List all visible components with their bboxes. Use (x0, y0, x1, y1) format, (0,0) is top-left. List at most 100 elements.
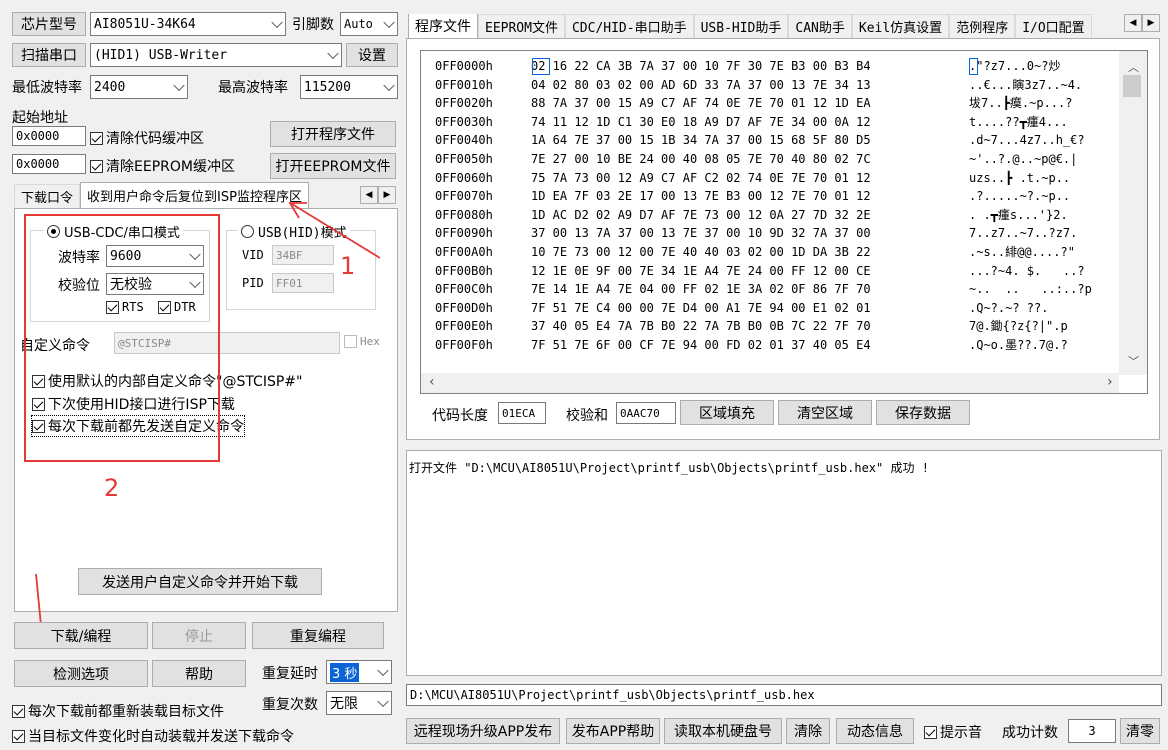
hex-row-bytes[interactable]: 7F 51 7E C4 00 00 7E D4 00 A1 7E 94 00 E… (531, 299, 961, 318)
right-tab-scroll-left-button[interactable]: ◀ (1124, 14, 1142, 32)
clear-log-button[interactable]: 清除 (786, 718, 830, 744)
hex-row-bytes[interactable]: 10 7E 73 00 12 00 7E 40 40 03 02 00 1D D… (531, 243, 961, 262)
hex-row-bytes[interactable]: 1D EA 7F 03 2E 17 00 13 7E B3 00 12 7E 7… (531, 187, 961, 206)
hex-row-bytes[interactable]: 12 1E 0E 9F 00 7E 34 1E A4 7E 24 00 FF 1… (531, 262, 961, 281)
help-button[interactable]: 帮助 (152, 660, 246, 687)
hex-row-ascii[interactable]: .?.....~?.~p.. (969, 187, 1119, 206)
tab-download-password[interactable]: 下载口令 (14, 184, 81, 208)
chip-model-button[interactable]: 芯片型号 (12, 12, 86, 36)
reload-before-download-checkbox[interactable]: 每次下载前都重新装载目标文件 (12, 701, 224, 721)
code-start-addr-input[interactable]: 0x0000 (12, 126, 86, 146)
hex-row-addr: 0FF0010h (435, 77, 493, 92)
hex-row-bytes[interactable]: 37 40 05 E4 7A 7B B0 22 7A 7B B0 0B 7C 2… (531, 317, 961, 336)
open-eeprom-file-button[interactable]: 打开EEPROM文件 (270, 153, 396, 179)
repeat-program-button[interactable]: 重复编程 (252, 622, 384, 649)
log-message: 打开文件 "D:\MCU\AI8051U\Project\printf_usb\… (409, 461, 929, 475)
repeat-delay-select[interactable]: 3 秒 (326, 660, 392, 684)
port-select[interactable]: (HID1) USB-Writer (90, 43, 342, 67)
hex-row-ascii[interactable]: uzs..┣ .t.~p.. (969, 169, 1119, 188)
tab-io-config[interactable]: I/O口配置 (1015, 14, 1092, 38)
log-output[interactable]: 打开文件 "D:\MCU\AI8051U\Project\printf_usb\… (406, 450, 1162, 676)
app-help-button[interactable]: 发布APP帮助 (566, 718, 660, 744)
hex-row-ascii[interactable]: 7..z7..~7..?z7. (969, 224, 1119, 243)
vid-input[interactable]: 34BF (272, 245, 334, 265)
read-disk-id-button[interactable]: 读取本机硬盘号 (664, 718, 782, 744)
hex-row-ascii[interactable]: ~'..?.@..~p@€.| (969, 150, 1119, 169)
hex-row-ascii[interactable]: ~.. .. ..:..?p (969, 280, 1119, 299)
right-tab-scroll-right-button[interactable]: ▶ (1142, 14, 1160, 32)
reset-count-button[interactable]: 清零 (1120, 718, 1160, 744)
hex-row-ascii[interactable]: t....??┳瘇4... (969, 113, 1119, 132)
pid-label: PID (242, 276, 264, 290)
clear-code-checkbox[interactable]: 清除代码缓冲区 (90, 128, 204, 148)
max-baud-select[interactable]: 115200 (300, 75, 398, 99)
repeat-count-select[interactable]: 无限 (326, 691, 392, 715)
hex-row-bytes[interactable]: 04 02 80 03 02 00 AD 6D 33 7A 37 00 13 7… (531, 76, 961, 95)
hex-horizontal-scrollbar[interactable]: ‹ › (421, 373, 1119, 393)
hex-row-ascii[interactable]: .Q~o.墨??.7@.? (969, 336, 1119, 355)
hex-row-bytes[interactable]: 1A 64 7E 37 00 15 1B 34 7A 37 00 15 68 5… (531, 131, 961, 150)
area-fill-button[interactable]: 区域填充 (680, 400, 774, 425)
hex-row-ascii[interactable]: . .┳瘇s...'}2. (969, 206, 1119, 225)
hex-row-bytes[interactable]: 88 7A 37 00 15 A9 C7 AF 74 0E 7E 70 01 1… (531, 94, 961, 113)
tab-can[interactable]: CAN助手 (788, 14, 852, 38)
tab-reset-to-isp[interactable]: 收到用户命令后复位到ISP监控程序区 (80, 182, 309, 208)
hex-row-bytes[interactable]: 75 7A 73 00 12 A9 C7 AF C2 02 74 0E 7E 7… (531, 169, 961, 188)
hex-vertical-thumb[interactable] (1123, 75, 1141, 97)
clear-area-button[interactable]: 清空区域 (778, 400, 872, 425)
beep-checkbox[interactable]: 提示音 (924, 722, 982, 742)
hex-row-ascii[interactable]: ...?~4. $. ..? (969, 262, 1119, 281)
checkbox-box (12, 729, 25, 743)
tab-keil-sim[interactable]: Keil仿真设置 (851, 14, 950, 38)
settings-button[interactable]: 设置 (346, 43, 398, 67)
tab-program-file[interactable]: 程序文件 (408, 14, 478, 38)
save-data-button[interactable]: 保存数据 (876, 400, 970, 425)
hex-checkbox[interactable]: Hex (344, 335, 380, 348)
code-length-label: 代码长度 (432, 408, 488, 424)
send-cmd-download-button[interactable]: 发送用户自定义命令并开始下载 (78, 568, 322, 595)
pid-input[interactable]: FF01 (272, 273, 334, 293)
tab-cdc-hid-serial[interactable]: CDC/HID-串口助手 (564, 14, 694, 38)
tab-eeprom-file[interactable]: EEPROM文件 (478, 14, 565, 38)
auto-reload-checkbox[interactable]: 当目标文件变化时自动装载并发送下载命令 (12, 726, 294, 746)
pins-select[interactable]: Auto (340, 12, 398, 36)
hex-row-bytes[interactable]: 1D AC D2 02 A9 D7 AF 7E 73 00 12 0A 27 7… (531, 206, 961, 225)
hex-row-ascii[interactable]: 7@.鋤{?z{?|".p (969, 317, 1119, 336)
hex-row-ascii[interactable]: ..€...瞚3z7..~4. (969, 76, 1119, 95)
hex-row-ascii[interactable]: .Q~?.~? ??. (969, 299, 1119, 318)
detect-options-button[interactable]: 检测选项 (14, 660, 148, 687)
hex-row-ascii[interactable]: .~s..緋@@....?" (969, 243, 1119, 262)
dynamic-info-button[interactable]: 动态信息 (836, 718, 914, 744)
hex-row-ascii[interactable]: ."?z7...0~?炒 (969, 57, 1119, 76)
tab-usb-hid[interactable]: USB-HID助手 (693, 14, 789, 38)
hex-vertical-scrollbar[interactable]: ︿ ﹀ (1119, 51, 1147, 375)
hex-row-addr: 0FF0080h (435, 207, 493, 222)
stop-button[interactable]: 停止 (152, 622, 246, 649)
hex-row-addr: 0FF00D0h (435, 300, 493, 315)
hex-row-bytes[interactable]: 02 16 22 CA 3B 7A 37 00 10 7F 30 7E B3 0… (531, 57, 961, 76)
chevron-down-icon (173, 79, 185, 92)
hex-row-ascii[interactable]: .d~7...4z7..h_€? (969, 131, 1119, 150)
hex-row-bytes[interactable]: 74 11 12 1D C1 30 E0 18 A9 D7 AF 7E 34 0… (531, 113, 961, 132)
chip-model-select[interactable]: AI8051U-34K64 (90, 12, 286, 36)
download-program-button[interactable]: 下载/编程 (14, 622, 148, 649)
hex-row-bytes[interactable]: 7E 27 00 10 BE 24 00 40 08 05 7E 70 40 8… (531, 150, 961, 169)
hex-row-ascii[interactable]: 坺7..┣瘼.~p...? (969, 94, 1119, 113)
hex-row-addr: 0FF0070h (435, 189, 493, 204)
tab-examples[interactable]: 范例程序 (949, 14, 1016, 38)
hex-viewer[interactable]: 0FF0000h 0FF0010h 0FF0020h 0FF0030h 0FF0040h… (420, 50, 1148, 394)
hex-row-bytes[interactable]: 7E 14 1E A4 7E 04 00 FF 02 1E 3A 02 0F 8… (531, 280, 961, 299)
right-tab-strip: 程序文件 EEPROM文件 CDC/HID-串口助手 USB-HID助手 CAN… (408, 14, 1122, 38)
usb-hid-radio[interactable]: USB(HID)模式 (238, 222, 350, 241)
eeprom-start-addr-input[interactable]: 0x0000 (12, 154, 86, 174)
open-program-file-button[interactable]: 打开程序文件 (270, 121, 396, 147)
min-baud-select[interactable]: 2400 (90, 75, 188, 99)
tab-scroll-right-button[interactable]: ▶ (378, 186, 396, 204)
checkbox-box (90, 131, 103, 145)
hex-row-bytes[interactable]: 7F 51 7E 6F 00 CF 7E 94 00 FD 02 01 37 4… (531, 336, 961, 355)
hex-row-bytes[interactable]: 37 00 13 7A 37 00 13 7E 37 00 10 9D 32 7… (531, 224, 961, 243)
clear-eeprom-checkbox[interactable]: 清除EEPROM缓冲区 (90, 156, 235, 176)
tab-scroll-left-button[interactable]: ◀ (360, 186, 378, 204)
remote-upgrade-button[interactable]: 远程现场升级APP发布 (406, 718, 560, 744)
scan-port-button[interactable]: 扫描串口 (12, 43, 86, 67)
